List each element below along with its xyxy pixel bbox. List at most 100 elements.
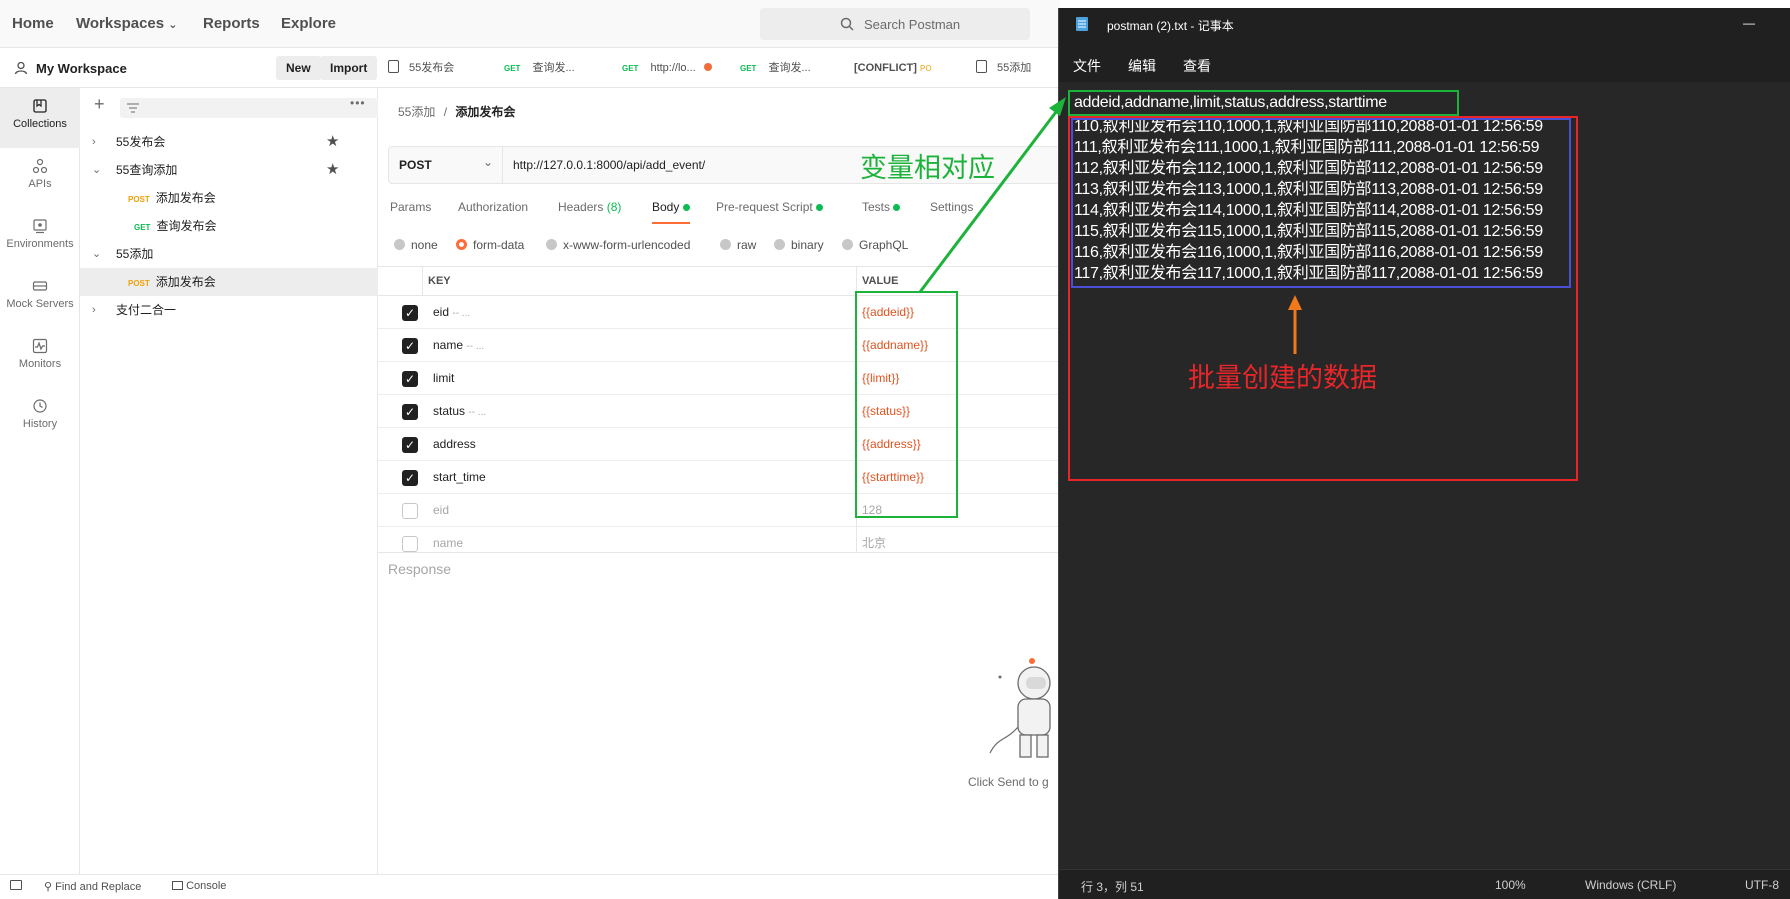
row-value[interactable]: {{addname}} (862, 329, 928, 362)
body-type-none[interactable]: none (394, 238, 438, 252)
rail-apis[interactable]: APIs (0, 148, 80, 208)
workspace-name[interactable]: My Workspace (36, 61, 127, 76)
prerequest-dot-icon (816, 204, 824, 211)
method-select[interactable]: POST ⌄ (389, 147, 503, 183)
find-replace-button[interactable]: ⚲ Find and Replace (44, 880, 141, 893)
row-key[interactable]: name (433, 527, 463, 552)
menu-view[interactable]: 查看 (1183, 56, 1211, 76)
row-value[interactable]: {{addeid}} (862, 296, 914, 329)
checkbox-checked-icon[interactable]: ✓ (402, 371, 418, 387)
breadcrumb-current[interactable]: 添加发布会 (455, 105, 515, 119)
row-key[interactable]: eid -- ... (433, 296, 470, 330)
star-icon[interactable]: ★ (326, 156, 339, 184)
tree-folder-55-query-add[interactable]: ⌄ 55查询添加 ★ (80, 156, 378, 184)
radio-icon (394, 239, 405, 250)
tree-request-add-event[interactable]: POST 添加发布会 (80, 184, 378, 212)
add-collection-icon[interactable]: + (94, 94, 105, 115)
search-box[interactable]: Search Postman (760, 8, 1030, 40)
tab-settings[interactable]: Settings (930, 200, 973, 214)
checkbox-checked-icon[interactable]: ✓ (402, 305, 418, 321)
rail-history[interactable]: History (0, 388, 80, 448)
minimize-icon[interactable]: — (1743, 16, 1755, 30)
tree-request-query-event[interactable]: GET 查询发布会 (80, 212, 378, 240)
checkbox-unchecked-icon[interactable] (402, 536, 418, 552)
more-icon[interactable]: ••• (350, 96, 366, 110)
body-type-form-data[interactable]: form-data (456, 238, 524, 252)
method-badge: GET (134, 223, 151, 232)
star-icon[interactable]: ★ (326, 128, 339, 156)
tab-prerequest[interactable]: Pre-request Script (716, 200, 824, 214)
checkbox-checked-icon[interactable]: ✓ (402, 404, 418, 420)
filter-input[interactable] (120, 98, 384, 118)
radio-label: binary (791, 238, 824, 252)
tab-get-query-2[interactable]: GET 查询发... (740, 48, 848, 88)
row-key[interactable]: address (433, 428, 476, 461)
console-button[interactable]: Console (172, 880, 226, 892)
tab-get-query-1[interactable]: GET 查询发... (504, 48, 612, 88)
astronaut-illustration-icon (989, 658, 1051, 758)
row-value[interactable]: {{starttime}} (862, 461, 924, 494)
nav-home[interactable]: Home (12, 15, 54, 32)
tab-body[interactable]: Body (652, 200, 690, 224)
table-row: eid 128 (378, 494, 1060, 527)
row-value[interactable]: {{limit}} (862, 362, 899, 395)
body-type-binary[interactable]: binary (774, 238, 824, 252)
tab-conflict[interactable]: [CONFLICT] PO (854, 48, 954, 88)
tree-folder-pay[interactable]: › 支付二合一 (80, 296, 378, 324)
row-value[interactable]: 128 (862, 494, 882, 527)
import-button[interactable]: Import (320, 56, 378, 80)
row-value[interactable]: {{address}} (862, 428, 921, 461)
nav-workspaces[interactable]: Workspaces ⌄ (76, 15, 178, 32)
nav-explore[interactable]: Explore (281, 15, 336, 32)
checkbox-checked-icon[interactable]: ✓ (402, 470, 418, 486)
new-button[interactable]: New (276, 56, 321, 80)
tab-55-publish[interactable]: 55发布会 (388, 48, 496, 88)
body-type-graphql[interactable]: GraphQL (842, 238, 908, 252)
row-key[interactable]: status -- ... (433, 395, 486, 429)
table-row: ✓ address {{address}} (378, 428, 1060, 461)
checkbox-checked-icon[interactable]: ✓ (402, 437, 418, 453)
row-value[interactable]: 北京 (862, 527, 886, 552)
row-key[interactable]: name -- ... (433, 329, 484, 363)
tree-folder-55-add[interactable]: ⌄ 55添加 (80, 240, 378, 268)
body-type-urlencoded[interactable]: x-www-form-urlencoded (546, 238, 690, 252)
row-key[interactable]: start_time (433, 461, 486, 494)
tab-params[interactable]: Params (390, 200, 431, 214)
row-value[interactable]: {{status}} (862, 395, 910, 428)
table-row: ✓ limit {{limit}} (378, 362, 1060, 395)
sidebar-toggle-icon[interactable] (10, 880, 22, 890)
tab-label: 查询发... (768, 62, 811, 74)
url-input[interactable]: http://127.0.0.1:8000/api/add_event/ (513, 158, 705, 172)
notepad-editor[interactable]: addeid,addname,limit,status,address,star… (1059, 82, 1790, 869)
tab-headers[interactable]: Headers (8) (558, 200, 621, 214)
tree-request-add-event-selected[interactable]: POST 添加发布会 (80, 268, 378, 296)
radio-label: form-data (473, 238, 525, 252)
tab-get-localhost[interactable]: GET http://lo... (622, 48, 734, 88)
notepad-statusbar: 行 3，列 51 100% Windows (CRLF) UTF-8 (1059, 869, 1790, 899)
cursor-position: 行 3，列 51 (1081, 880, 1144, 894)
nav-reports[interactable]: Reports (203, 15, 260, 32)
body-type-raw[interactable]: raw (720, 238, 756, 252)
request-tabs: 55发布会 GET 查询发... GET http://lo... GET 查询发..… (378, 48, 1060, 88)
tree-folder-55-publish[interactable]: › 55发布会 ★ (80, 128, 378, 156)
tab-headers-label: Headers (558, 200, 604, 214)
console-icon (172, 881, 183, 890)
menu-edit[interactable]: 编辑 (1128, 56, 1156, 76)
table-row: ✓ start_time {{starttime}} (378, 461, 1060, 494)
rail-monitors[interactable]: Monitors (0, 328, 80, 388)
row-key[interactable]: limit (433, 362, 454, 395)
row-key[interactable]: eid (433, 494, 449, 527)
tab-tests[interactable]: Tests (862, 200, 901, 214)
breadcrumb-parent[interactable]: 55添加 (398, 105, 435, 119)
menu-file[interactable]: 文件 (1073, 56, 1101, 76)
radio-icon (774, 239, 785, 250)
checkbox-checked-icon[interactable]: ✓ (402, 338, 418, 354)
rail-mock-servers[interactable]: Mock Servers (0, 268, 80, 328)
top-bar: Home Workspaces ⌄ Reports Explore Search… (0, 0, 1060, 48)
tab-authorization[interactable]: Authorization (458, 200, 528, 214)
checkbox-unchecked-icon[interactable] (402, 503, 418, 519)
rail-collections[interactable]: Collections (0, 88, 80, 148)
collections-icon (33, 99, 47, 113)
tab-55-add[interactable]: 55添加 (976, 48, 1060, 88)
rail-environments[interactable]: Environments (0, 208, 80, 268)
